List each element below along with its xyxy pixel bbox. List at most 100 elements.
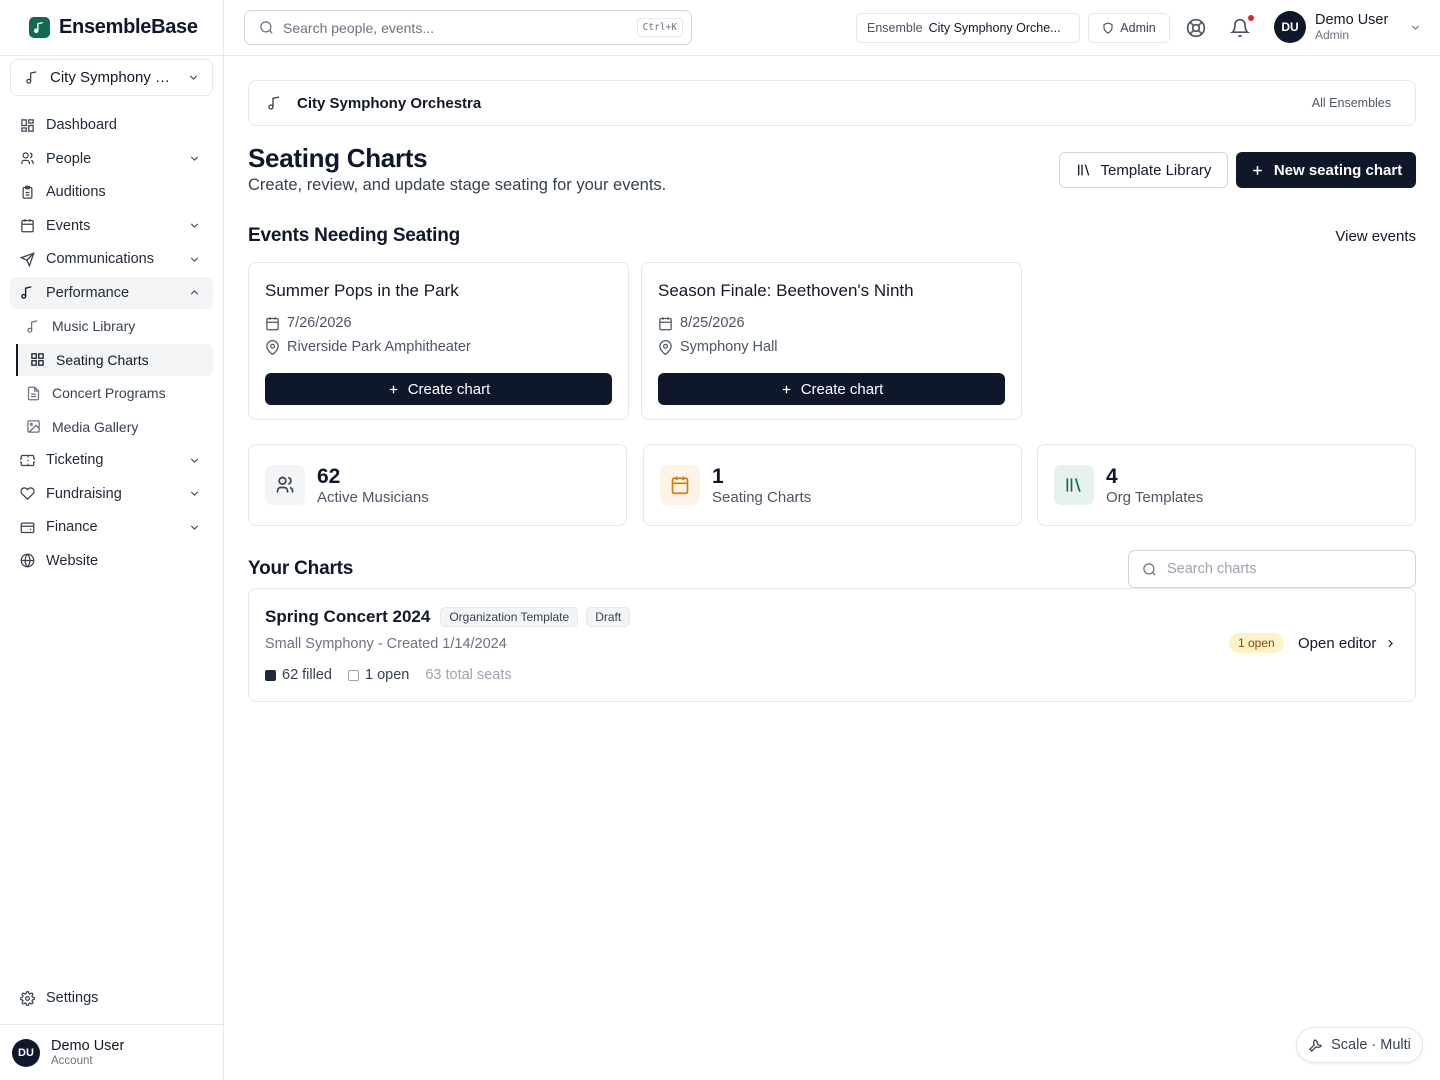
open-editor-button[interactable]: Open editor — [1298, 635, 1397, 652]
admin-badge[interactable]: Admin — [1088, 13, 1170, 43]
music-note-icon — [268, 96, 280, 110]
map-pin-icon — [659, 339, 672, 355]
template-library-label: Template Library — [1100, 161, 1212, 179]
sidebar-item-label: Auditions — [46, 184, 106, 200]
ensemble-select[interactable]: City Symphony O... — [10, 59, 213, 96]
account-menu[interactable]: DU Demo User Account — [0, 1024, 223, 1080]
template-library-button[interactable]: Template Library — [1059, 152, 1228, 188]
sidebar-item-label: Settings — [46, 990, 99, 1006]
sidebar-item-concert-programs[interactable]: Concert Programs — [10, 377, 213, 409]
sidebar-item-label: Finance — [46, 519, 98, 535]
clipboard-icon — [22, 185, 33, 199]
create-chart-button[interactable]: Create chart — [265, 373, 612, 405]
brand-logo-icon — [29, 17, 50, 38]
chevron-down-icon — [189, 75, 198, 80]
sidebar-item-label: Communications — [46, 251, 154, 267]
plus-icon — [1252, 165, 1262, 175]
charts-search-input[interactable]: Search charts — [1128, 550, 1416, 588]
search-input[interactable]: Search people, events... — [283, 20, 628, 36]
event-card: Season Finale: Beethoven's Ninth 8/25/20… — [641, 262, 1022, 420]
event-venue-row: Symphony Hall — [658, 335, 1005, 359]
sidebar-item-ticketing[interactable]: Ticketing — [10, 444, 213, 476]
view-events-link[interactable]: View events — [1300, 228, 1416, 245]
stat-org-templates: 4 Org Templates — [1037, 444, 1416, 526]
new-seating-chart-label: New seating chart — [1273, 161, 1403, 179]
sidebar-item-fundraising[interactable]: Fundraising — [10, 478, 213, 510]
sidebar-item-communications[interactable]: Communications — [10, 243, 213, 275]
help-lifebuoy-icon[interactable] — [1186, 18, 1206, 38]
map-pin-icon — [266, 339, 279, 355]
stat-seating-charts: 1 Seating Charts — [643, 444, 1022, 526]
dashboard-icon — [21, 118, 34, 132]
user-name: Demo User — [1315, 12, 1389, 28]
event-date-row: 7/26/2026 — [265, 311, 612, 335]
sidebar: EnsembleBase City Symphony O... Dashboar… — [0, 0, 224, 1080]
music-note-icon — [27, 319, 38, 333]
sidebar-item-finance[interactable]: Finance — [10, 511, 213, 543]
stat-label: Org Templates — [1106, 488, 1204, 506]
ensemble-key: Ensemble — [867, 21, 923, 35]
sidebar-item-label: Website — [46, 552, 99, 569]
stat-label: Active Musicians — [317, 488, 429, 506]
library-icon — [1077, 164, 1089, 176]
charts-section-title: Your Charts — [248, 558, 354, 579]
chevron-down-icon — [190, 457, 199, 463]
admin-label: Admin — [1120, 21, 1156, 35]
bell-icon[interactable] — [1230, 18, 1250, 38]
avatar: DU — [12, 1038, 40, 1067]
image-icon — [27, 420, 40, 433]
ensemble-switcher[interactable]: Ensemble City Symphony Orche... — [856, 13, 1080, 43]
sidebar-item-website[interactable]: Website — [10, 545, 213, 577]
stat-value: 4 — [1106, 464, 1118, 488]
sidebar-item-music-library[interactable]: Music Library — [10, 310, 213, 342]
sidebar-item-media-gallery[interactable]: Media Gallery — [10, 411, 213, 443]
chart-title-row: Spring Concert 2024 Organization Templat… — [265, 607, 631, 627]
stat-value: 1 — [712, 464, 724, 488]
search-icon — [260, 21, 273, 34]
chart-seat-summary: 62 filled 1 open 63 total seats — [265, 667, 512, 683]
global-search[interactable]: Search people, events... Ctrl+K — [244, 10, 692, 45]
total-seats: 63 total seats — [425, 667, 512, 683]
create-chart-button[interactable]: Create chart — [658, 373, 1005, 405]
charts-search-placeholder: Search charts — [1167, 561, 1257, 577]
sidebar-item-performance[interactable]: Performance — [10, 276, 213, 309]
search-icon — [1143, 562, 1156, 576]
sidebar-item-auditions[interactable]: Auditions — [10, 176, 213, 208]
event-date: 7/26/2026 — [287, 315, 352, 331]
scale-toggle-pill[interactable]: Scale · Multi — [1296, 1027, 1423, 1063]
chevron-down-icon — [190, 524, 199, 530]
scale-label: Scale · Multi — [1331, 1037, 1411, 1053]
open-count: 1 open — [364, 667, 410, 683]
topbar: Search people, events... Ctrl+K Ensemble… — [224, 0, 1440, 56]
user-menu[interactable]: DU Demo User Admin — [1274, 11, 1422, 43]
open-editor-label: Open editor — [1298, 635, 1377, 652]
event-card: Summer Pops in the Park 7/26/2026 Rivers… — [248, 262, 629, 420]
send-icon — [20, 251, 35, 267]
brand[interactable]: EnsembleBase — [0, 0, 223, 56]
chart-meta: Small Symphony - Created 1/14/2024 — [265, 636, 507, 652]
chevron-down-icon — [190, 156, 199, 161]
sidebar-item-label: Music Library — [52, 318, 136, 334]
brand-name: EnsembleBase — [59, 16, 198, 38]
sidebar-item-label: Seating Charts — [56, 351, 149, 368]
events-section-title: Events Needing Seating — [248, 225, 461, 246]
user-role: Admin — [1315, 28, 1350, 42]
calendar-icon — [266, 316, 279, 330]
sidebar-item-dashboard[interactable]: Dashboard — [10, 109, 213, 141]
sidebar-item-events[interactable]: Events — [10, 210, 213, 242]
event-date-row: 8/25/2026 — [658, 311, 1005, 335]
sidebar-item-label: Events — [46, 217, 91, 234]
sidebar-item-people[interactable]: People — [10, 143, 213, 175]
sidebar-item-settings[interactable]: Settings — [10, 982, 213, 1014]
wallet-icon — [20, 522, 35, 533]
breadcrumb-ensemble-name: City Symphony Orchestra — [297, 94, 482, 112]
music-note-icon — [21, 286, 32, 299]
status-badge: Draft — [586, 607, 631, 627]
event-venue: Symphony Hall — [680, 339, 778, 355]
plus-icon — [782, 385, 791, 393]
chart-row[interactable]: Spring Concert 2024 Organization Templat… — [248, 588, 1416, 702]
sidebar-item-seating-charts[interactable]: Seating Charts — [16, 343, 213, 376]
all-ensembles-link[interactable]: All Ensembles — [1312, 96, 1391, 110]
new-seating-chart-button[interactable]: New seating chart — [1236, 152, 1416, 188]
calendar-icon — [659, 316, 672, 330]
